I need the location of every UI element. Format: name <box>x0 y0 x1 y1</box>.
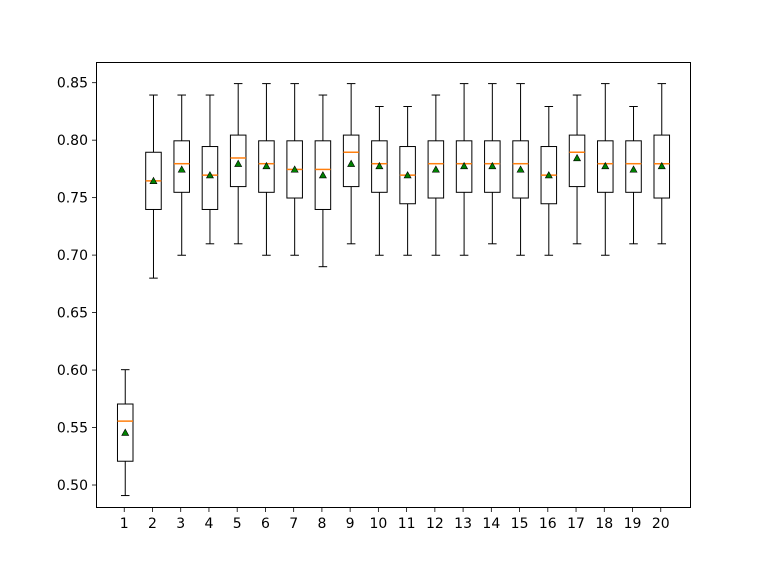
x-tick-label: 7 <box>289 516 298 532</box>
x-tick-label: 18 <box>595 516 613 532</box>
x-tick-label: 16 <box>539 516 557 532</box>
y-tick-label: 0.80 <box>57 133 88 149</box>
y-tick-label: 0.50 <box>57 478 88 494</box>
y-tick-label: 0.75 <box>57 191 88 207</box>
y-tick-label: 0.55 <box>57 421 88 437</box>
x-tick-label: 19 <box>624 516 642 532</box>
y-tick-label: 0.85 <box>57 76 88 92</box>
plot-axes <box>96 62 691 508</box>
x-tick-label: 12 <box>426 516 444 532</box>
x-tick-label: 15 <box>511 516 529 532</box>
x-tick-label: 2 <box>148 516 157 532</box>
figure: 0.500.550.600.650.700.750.800.85 1234567… <box>0 0 768 576</box>
x-tick-label: 9 <box>346 516 355 532</box>
y-axis-ticks: 0.50 0.55 0.60 0.65 0.70 0.75 0.80 0.85 <box>0 0 96 576</box>
plot-svg <box>97 63 690 507</box>
x-tick-label: 13 <box>454 516 472 532</box>
x-tick-label: 11 <box>398 516 416 532</box>
x-tick-label: 4 <box>204 516 213 532</box>
x-tick-label: 1 <box>120 516 129 532</box>
x-tick-label: 5 <box>233 516 242 532</box>
x-tick-label: 8 <box>317 516 326 532</box>
y-tick-label: 0.70 <box>57 248 88 264</box>
x-axis-ticks: 1234567891011121314151617181920 <box>0 508 768 576</box>
x-tick-label: 17 <box>567 516 585 532</box>
x-tick-label: 6 <box>261 516 270 532</box>
x-tick-label: 10 <box>369 516 387 532</box>
x-tick-label: 20 <box>652 516 670 532</box>
x-tick-label: 14 <box>482 516 500 532</box>
y-tick-label: 0.60 <box>57 363 88 379</box>
y-tick-label: 0.65 <box>57 306 88 322</box>
x-tick-label: 3 <box>176 516 185 532</box>
